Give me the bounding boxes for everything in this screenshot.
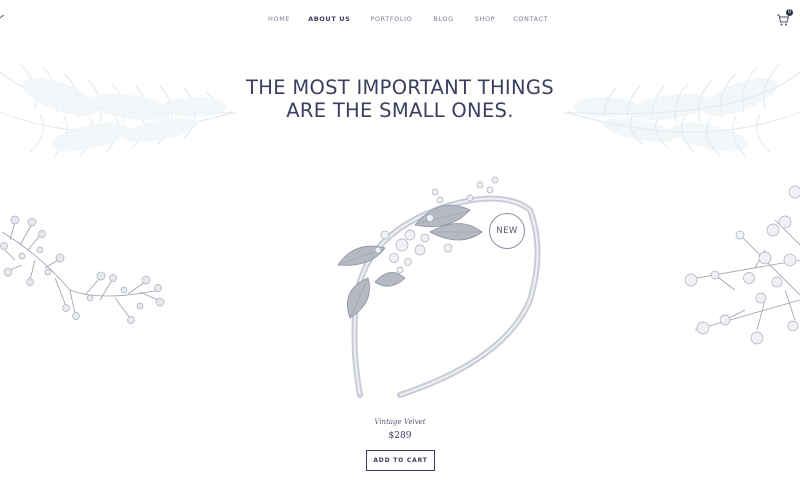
hero-headline-line-2: ARE THE SMALL ONES.	[286, 99, 514, 122]
new-badge: NEW	[489, 213, 525, 249]
product-name[interactable]: Vintage Velvet	[0, 418, 800, 426]
nav-item-shop[interactable]: SHOP	[475, 15, 495, 23]
hero-headline: THE MOST IMPORTANT THINGS ARE THE SMALL …	[0, 76, 800, 122]
product-price: $289	[388, 431, 412, 441]
hero-headline-line-1: THE MOST IMPORTANT THINGS	[246, 76, 554, 99]
add-to-cart-button[interactable]: ADD TO CART	[366, 450, 435, 471]
nav-item-portfolio[interactable]: PORTFOLIO	[370, 15, 412, 23]
nav-item-contact[interactable]: CONTACT	[513, 15, 548, 23]
product-image-headband[interactable]	[330, 170, 550, 402]
main-menu: HOME ABOUT US PORTFOLIO BLOG SHOP CONTAC…	[268, 15, 548, 23]
nav-item-blog[interactable]: BLOG	[433, 15, 453, 23]
product-image-left[interactable]	[0, 210, 170, 325]
nav-item-home[interactable]: HOME	[268, 15, 290, 23]
nav-item-about-us[interactable]: ABOUT US	[308, 15, 350, 23]
product-image-right[interactable]	[665, 180, 800, 352]
page: HOME ABOUT US PORTFOLIO BLOG SHOP CONTAC…	[0, 0, 800, 483]
top-navigation: HOME ABOUT US PORTFOLIO BLOG SHOP CONTAC…	[0, 0, 800, 38]
cart-button[interactable]: 0	[776, 9, 793, 27]
cart-count-badge: 0	[786, 9, 793, 16]
